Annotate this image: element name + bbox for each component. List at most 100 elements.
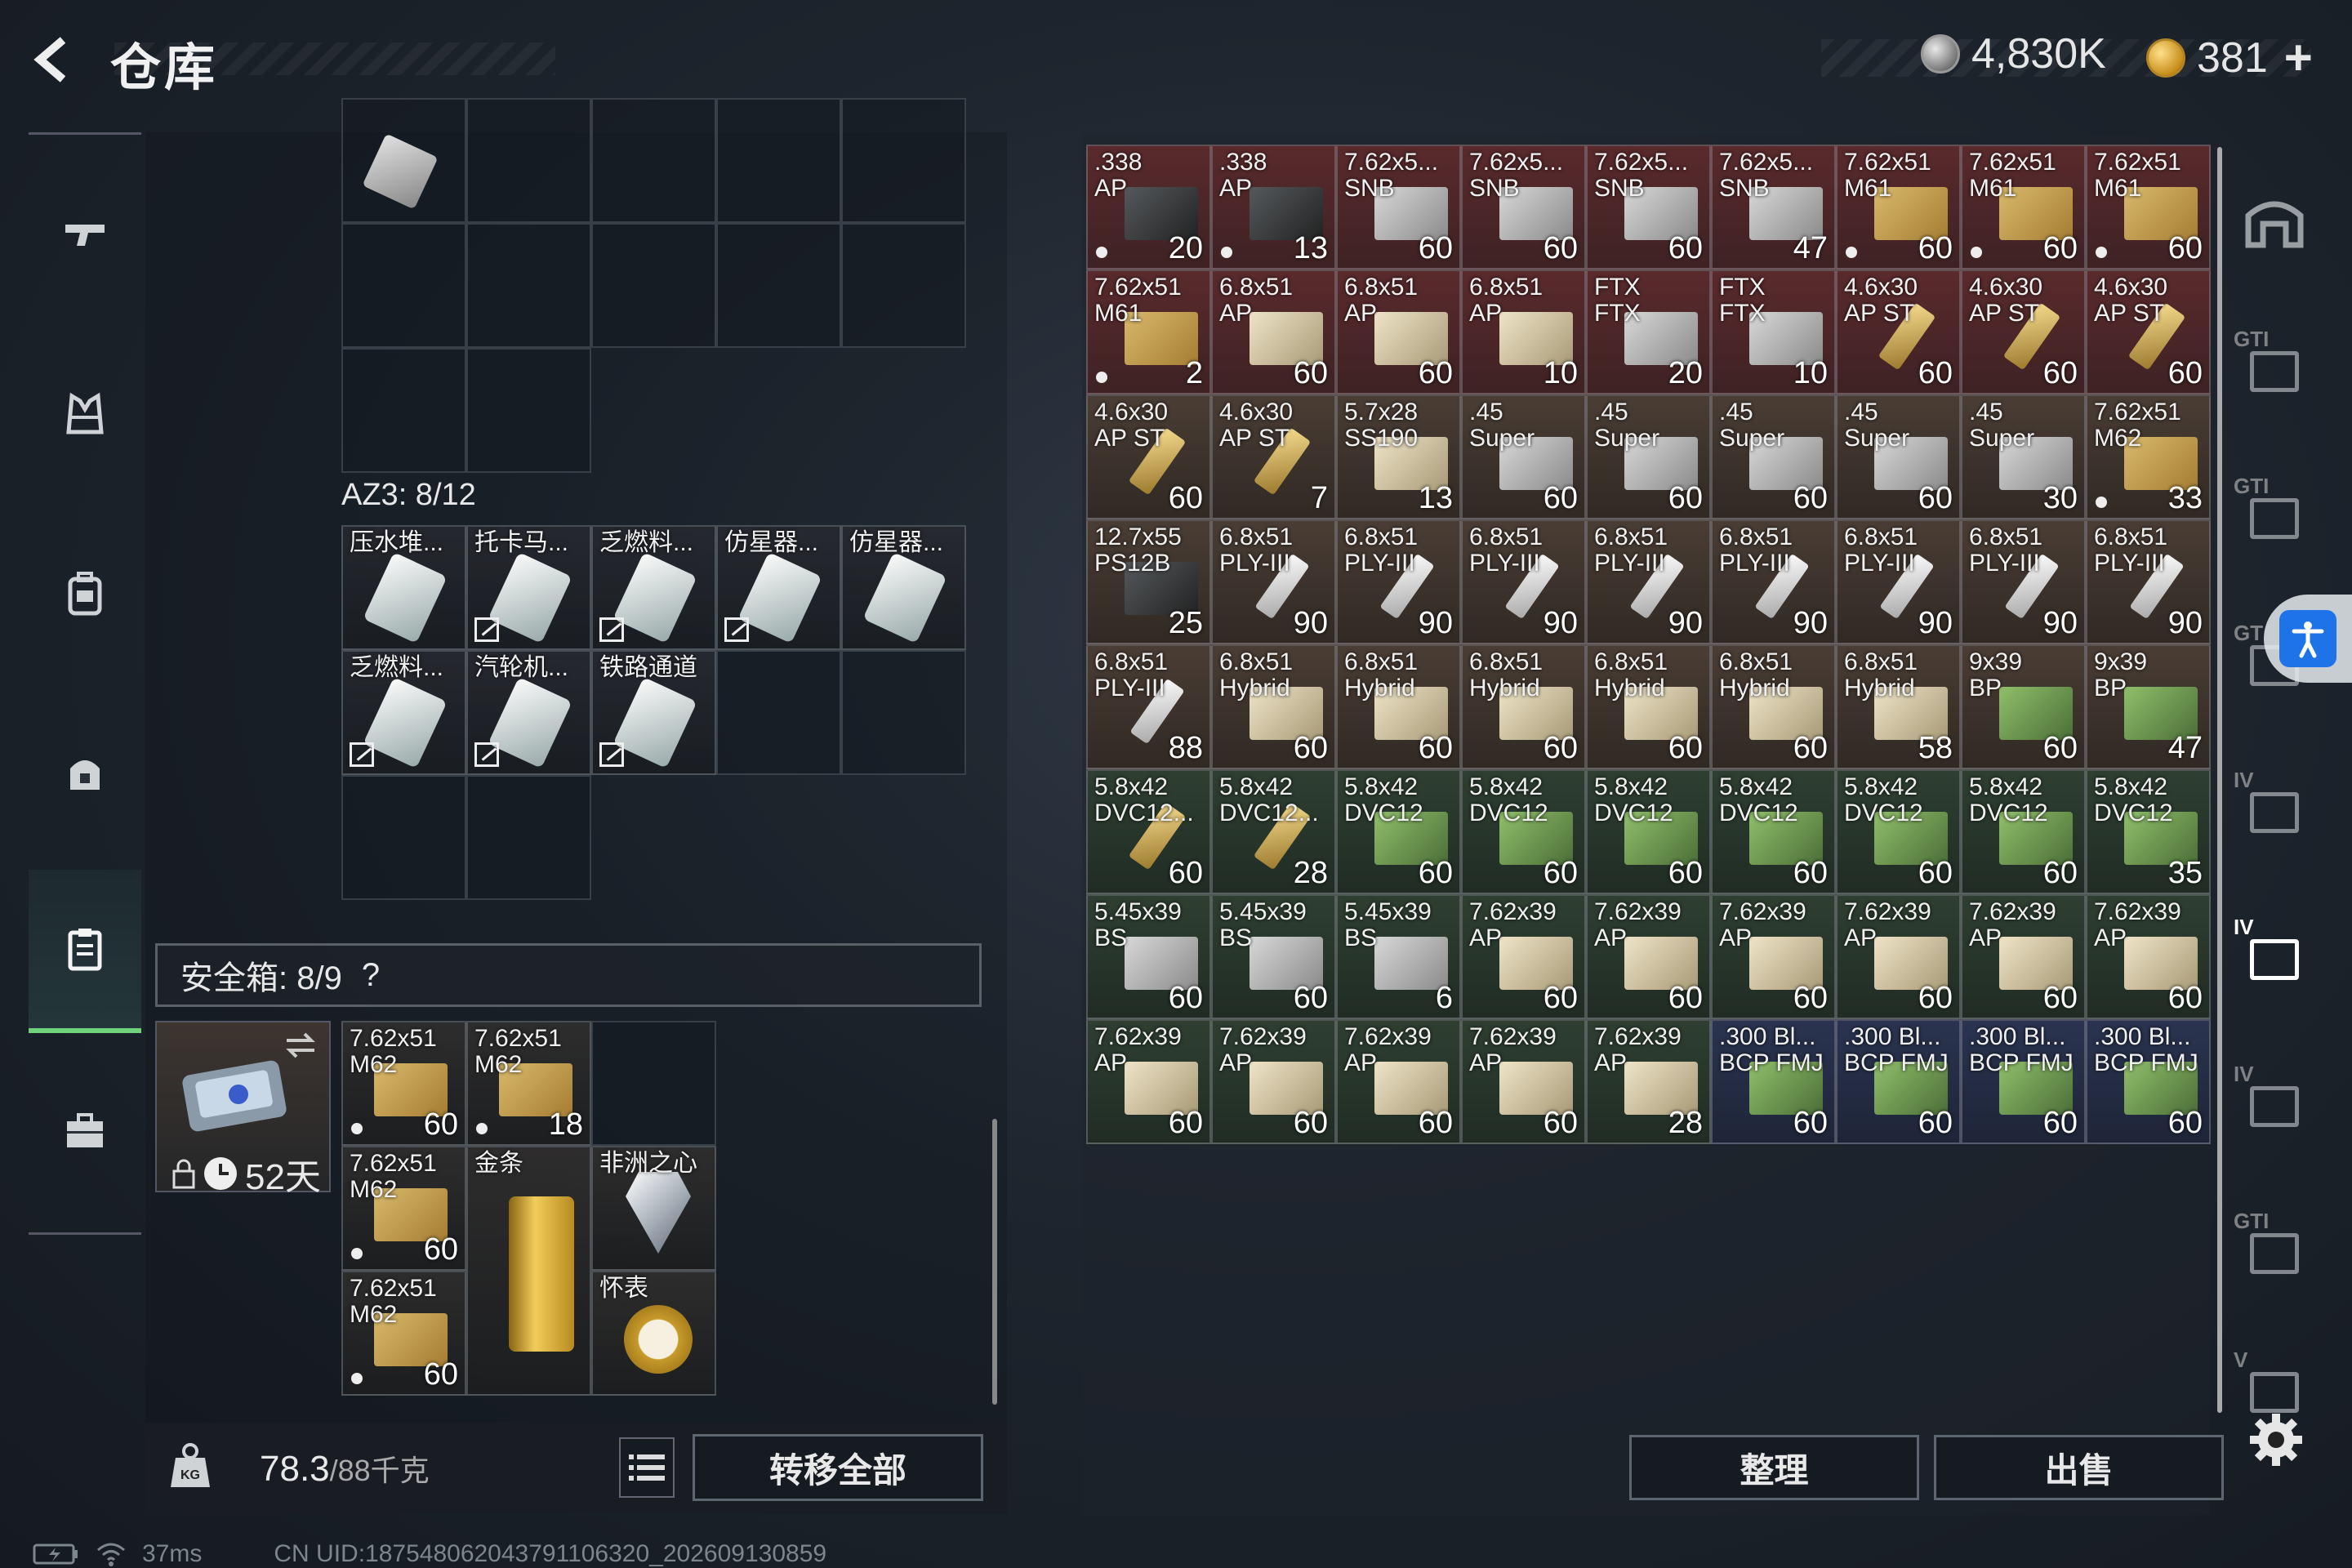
right-scrollbar[interactable] — [2217, 147, 2222, 1413]
reactor-item[interactable]: 仿星器... — [841, 525, 966, 650]
ammo-item[interactable]: 7.62x39 AP 60 — [1086, 1019, 1211, 1144]
ammo-item[interactable]: 6.8x51 AP 10 — [1461, 270, 1586, 394]
ammo-item[interactable]: 6.8x51 Hybrid 58 — [1836, 644, 1961, 769]
reactor-item[interactable]: 压水堆... — [341, 525, 466, 650]
ammo-item[interactable]: .45 Super 60 — [1836, 394, 1961, 519]
ammo-item[interactable]: 6.8x51 PLY-III 88 — [1086, 644, 1211, 769]
ammo-item[interactable]: 5.8x42 DVC12 60 — [1586, 769, 1711, 894]
ammo-item[interactable]: FTX FTX 20 — [1586, 270, 1711, 394]
reactor-item[interactable]: 汽轮机... — [466, 650, 591, 775]
ammo-item[interactable]: 6.8x51 PLY-III 90 — [1211, 519, 1336, 644]
ammo-item[interactable]: 4.6x30 AP ST 60 — [1961, 270, 2086, 394]
ammo-item[interactable]: 6.8x51 PLY-III 90 — [1586, 519, 1711, 644]
ammo-item[interactable]: 4.6x30 AP ST 7 — [1211, 394, 1336, 519]
ammo-item[interactable]: 9x39 BP 60 — [1961, 644, 2086, 769]
ammo-item[interactable]: 5.8x42 DVC12 60 — [1461, 769, 1586, 894]
ammo-item[interactable]: 4.6x30 AP ST 60 — [1836, 270, 1961, 394]
ammo-item[interactable]: 5.45x39 BS 60 — [1086, 894, 1211, 1019]
ammo-item[interactable]: .45 Super 60 — [1586, 394, 1711, 519]
ammo-item[interactable]: .338 AP 20 — [1086, 145, 1211, 270]
ammo-item[interactable]: .45 Super 60 — [1461, 394, 1586, 519]
ammo-item[interactable]: 5.8x42 DVC12 60 — [1836, 769, 1961, 894]
safe-item[interactable]: 7.62x51 M62 60 — [341, 1021, 466, 1146]
ammo-item[interactable]: 7.62x39 AP 60 — [1461, 1019, 1586, 1144]
transfer-all-button[interactable]: 转移全部 — [693, 1434, 983, 1501]
ammo-item[interactable]: 5.8x42 DVC12 60 — [1711, 769, 1836, 894]
ammo-item[interactable]: 6.8x51 PLY-III 90 — [1336, 519, 1461, 644]
left-scrollbar[interactable] — [992, 1119, 997, 1405]
reactor-item[interactable]: 乏燃料... — [591, 525, 716, 650]
ammo-item[interactable]: 9x39 BP 47 — [2086, 644, 2211, 769]
ammo-item[interactable]: 6.8x51 PLY-III 90 — [1461, 519, 1586, 644]
sidebar-item-case[interactable] — [29, 1049, 141, 1213]
reactor-item[interactable]: 托卡马... — [466, 525, 591, 650]
stash-tab[interactable]: IV — [2234, 768, 2315, 849]
ammo-item[interactable]: 6.8x51 Hybrid 60 — [1586, 644, 1711, 769]
add-currency-button[interactable]: + — [2284, 29, 2313, 86]
ammo-item[interactable]: 7.62x39 AP 60 — [1711, 894, 1836, 1019]
swap-icon[interactable] — [282, 1029, 319, 1062]
reactor-item[interactable]: 铁路通道 — [591, 650, 716, 775]
ammo-item[interactable]: 7.62x51 M61 60 — [1961, 145, 2086, 270]
safe-item[interactable]: 怀表 — [591, 1271, 716, 1396]
ammo-item[interactable]: 7.62x39 AP 60 — [1961, 894, 2086, 1019]
ammo-item[interactable]: 5.45x39 BS 6 — [1336, 894, 1461, 1019]
ammo-item[interactable]: 4.6x30 AP ST 60 — [2086, 270, 2211, 394]
stash-tab[interactable]: GTI — [2234, 474, 2315, 555]
ammo-item[interactable]: .300 Bl... BCP FMJ 60 — [1961, 1019, 2086, 1144]
safe-item[interactable]: 7.62x51 M62 18 — [466, 1021, 591, 1146]
ammo-item[interactable]: 7.62x51 M61 60 — [2086, 145, 2211, 270]
safe-item[interactable]: 7.62x51 M62 60 — [341, 1271, 466, 1396]
ammo-item[interactable]: 7.62x39 AP 60 — [1461, 894, 1586, 1019]
ammo-item[interactable]: 7.62x51 M61 60 — [1836, 145, 1961, 270]
ammo-item[interactable]: 5.8x42 DVC12... 60 — [1086, 769, 1211, 894]
ammo-item[interactable]: 6.8x51 Hybrid 60 — [1461, 644, 1586, 769]
ammo-item[interactable]: 7.62x39 AP 28 — [1586, 1019, 1711, 1144]
settings-gear-icon[interactable] — [2247, 1411, 2305, 1468]
sidebar-item-medical[interactable] — [29, 692, 141, 855]
ammo-item[interactable]: 6.8x51 PLY-III 90 — [1836, 519, 1961, 644]
ammo-item[interactable]: 7.62x39 AP 60 — [2086, 894, 2211, 1019]
ammo-item[interactable]: 5.7x28 SS190 13 — [1336, 394, 1461, 519]
ammo-item[interactable]: 12.7x55 PS12B 25 — [1086, 519, 1211, 644]
ammo-item[interactable]: .300 Bl... BCP FMJ 60 — [2086, 1019, 2211, 1144]
stash-tab[interactable]: GTI — [2234, 1209, 2315, 1290]
stash-tab[interactable]: IV — [2234, 1062, 2315, 1143]
ammo-item[interactable]: FTX FTX 10 — [1711, 270, 1836, 394]
ammo-item[interactable]: 6.8x51 Hybrid 60 — [1711, 644, 1836, 769]
sidebar-item-armor[interactable] — [29, 332, 141, 496]
ammo-item[interactable]: 7.62x5... SNB 60 — [1336, 145, 1461, 270]
ammo-item[interactable]: 7.62x39 AP 60 — [1211, 1019, 1336, 1144]
sidebar-item-backpack[interactable] — [29, 512, 141, 675]
sidebar-item-storage[interactable] — [29, 870, 141, 1033]
sell-button[interactable]: 出售 — [1934, 1435, 2224, 1500]
ammo-item[interactable]: 6.8x51 Hybrid 60 — [1211, 644, 1336, 769]
ammo-item[interactable]: 6.8x51 PLY-III 90 — [2086, 519, 2211, 644]
ammo-item[interactable]: 7.62x5... SNB 60 — [1586, 145, 1711, 270]
accessibility-button[interactable] — [2264, 595, 2352, 683]
ammo-item[interactable]: 5.8x42 DVC12 35 — [2086, 769, 2211, 894]
ammo-item[interactable]: 5.8x42 DVC12 60 — [1961, 769, 2086, 894]
ammo-item[interactable]: 6.8x51 AP 60 — [1211, 270, 1336, 394]
ammo-item[interactable]: 7.62x5... SNB 60 — [1461, 145, 1586, 270]
ammo-item[interactable]: 7.62x39 AP 60 — [1586, 894, 1711, 1019]
ammo-item[interactable]: .300 Bl... BCP FMJ 60 — [1836, 1019, 1961, 1144]
sort-button[interactable]: 整理 — [1629, 1435, 1919, 1500]
stash-tab[interactable]: IV — [2234, 915, 2315, 996]
sidebar-item-weapons[interactable] — [29, 153, 141, 316]
ammo-item[interactable]: 5.45x39 BS 60 — [1211, 894, 1336, 1019]
ammo-item[interactable]: 7.62x51 M61 2 — [1086, 270, 1211, 394]
stash-tab[interactable]: GTI — [2234, 327, 2315, 408]
ammo-item[interactable]: .45 Super 60 — [1711, 394, 1836, 519]
reactor-item[interactable]: 乏燃料... — [341, 650, 466, 775]
ammo-item[interactable]: 6.8x51 PLY-III 90 — [1961, 519, 2086, 644]
ammo-item[interactable]: 7.62x39 AP 60 — [1336, 1019, 1461, 1144]
ammo-item[interactable]: 5.8x42 DVC12 60 — [1336, 769, 1461, 894]
ammo-item[interactable]: .338 AP 13 — [1211, 145, 1336, 270]
safe-item[interactable]: 7.62x51 M62 60 — [341, 1146, 466, 1271]
help-icon[interactable]: ? — [362, 957, 380, 994]
ammo-item[interactable]: .45 Super 30 — [1961, 394, 2086, 519]
ammo-item[interactable]: 6.8x51 PLY-III 90 — [1711, 519, 1836, 644]
ammo-item[interactable]: 7.62x51 M62 33 — [2086, 394, 2211, 519]
stash-tab-main[interactable] — [2234, 180, 2315, 261]
